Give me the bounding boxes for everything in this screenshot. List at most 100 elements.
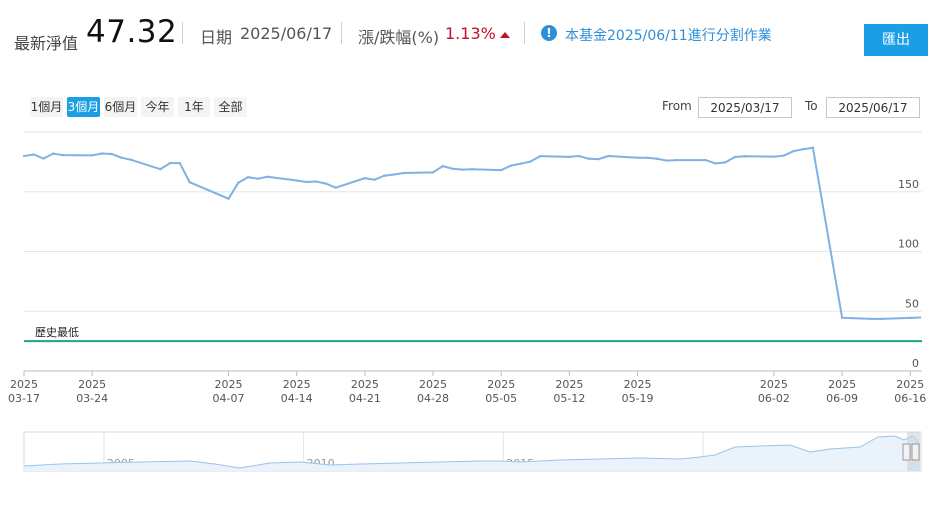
data-point: [90, 154, 94, 157]
data-point: [334, 186, 337, 189]
x-tick-label-date: 06-09: [826, 392, 858, 405]
data-point: [801, 148, 805, 151]
data-point: [441, 164, 444, 168]
data-point: [577, 154, 581, 158]
data-point: [451, 167, 454, 170]
navigator-selection[interactable]: [907, 432, 920, 471]
header-bar: 最新淨值 47.32 日期 2025/06/17 漲/跌幅(%) 1.13% !…: [0, 0, 947, 70]
data-point: [772, 155, 776, 158]
data-point: [509, 164, 513, 167]
data-point: [129, 158, 133, 162]
export-button[interactable]: 匯出: [864, 24, 928, 56]
data-point: [178, 161, 182, 165]
navigator[interactable]: 2005 2010 2015 2020: [23, 431, 922, 472]
data-point: [850, 316, 854, 320]
data-point: [704, 158, 707, 162]
x-tick-label-year: 2025: [283, 378, 311, 391]
x-tick-label-date: 06-16: [894, 392, 926, 405]
data-point: [529, 160, 532, 163]
data-point: [870, 317, 873, 321]
divider: [182, 22, 183, 44]
date-value: 2025/06/17: [240, 24, 333, 43]
data-point: [743, 155, 746, 158]
data-point: [22, 154, 26, 158]
data-point: [470, 167, 474, 171]
navigator-year-label: 2015: [506, 457, 534, 470]
data-point: [32, 153, 35, 156]
range-button-all[interactable]: 全部: [214, 97, 247, 117]
y-tick-label: 0: [912, 357, 919, 370]
data-point: [587, 157, 591, 160]
plot-lines: 歷史最低: [24, 326, 922, 343]
data-point: [782, 154, 785, 157]
x-tick-label-year: 2025: [10, 378, 38, 391]
x-tick-label-date: 04-21: [349, 392, 381, 405]
x-tick-label-year: 2025: [896, 378, 924, 391]
data-point: [168, 161, 172, 165]
y-tick-label: 50: [905, 297, 919, 310]
data-point: [733, 155, 737, 159]
to-date-input[interactable]: [826, 97, 920, 118]
data-point: [918, 316, 922, 319]
divider: [341, 22, 342, 44]
navigator-left-handle[interactable]: [902, 443, 911, 461]
data-point: [246, 175, 250, 179]
change-value: 1.13%: [445, 24, 496, 43]
to-label: To: [805, 99, 818, 113]
data-point: [665, 159, 668, 162]
x-tick-label-year: 2025: [351, 378, 379, 391]
data-point: [500, 168, 503, 172]
from-date-input[interactable]: [698, 97, 792, 118]
data-point: [675, 158, 678, 162]
nav-line-chart: 050100150 歷史最低 202503-17202503-24202504-…: [8, 131, 926, 472]
data-point: [295, 179, 298, 182]
x-tick-label-year: 2025: [624, 378, 652, 391]
range-button-1y[interactable]: 1年: [178, 97, 210, 117]
data-point: [159, 167, 162, 171]
y-tick-label: 100: [898, 238, 919, 251]
historical-low-label: 歷史最低: [35, 326, 79, 339]
divider: [524, 22, 525, 44]
data-point: [636, 156, 639, 159]
data-point: [714, 162, 717, 165]
data-point: [188, 180, 191, 184]
x-tick-label-date: 05-19: [622, 392, 654, 405]
data-point: [110, 152, 113, 156]
x-tick-label-year: 2025: [555, 378, 583, 391]
range-button-1m[interactable]: 1個月: [30, 97, 63, 117]
grid-lines: [24, 131, 922, 312]
data-point: [860, 317, 863, 320]
navigator-area: [24, 436, 920, 471]
triangle-up-icon: [500, 32, 510, 38]
nav-value: 47.32: [86, 14, 178, 50]
data-point: [120, 156, 123, 159]
navigator-right-handle[interactable]: [911, 443, 920, 461]
x-tick-label-date: 06-02: [758, 392, 790, 405]
data-point: [538, 154, 542, 158]
range-button-6m[interactable]: 6個月: [104, 97, 137, 117]
data-point: [383, 174, 386, 177]
data-point: [597, 157, 600, 161]
x-tick-label-year: 2025: [760, 378, 788, 391]
data-point: [811, 146, 815, 149]
data-point: [402, 171, 406, 175]
range-button-ytd[interactable]: 今年: [141, 97, 174, 117]
nav-label: 最新淨值: [14, 34, 79, 53]
data-point: [879, 317, 883, 321]
navigator-year-label: 2020: [706, 457, 734, 470]
data-point: [519, 162, 522, 165]
range-button-3m[interactable]: 3個月: [67, 97, 100, 117]
x-tick-label-year: 2025: [215, 378, 243, 391]
from-label: From: [662, 99, 692, 113]
data-point: [314, 180, 318, 183]
series-points: [22, 146, 922, 321]
data-point: [52, 152, 55, 155]
x-tick-label-date: 04-28: [417, 392, 449, 405]
x-tick-label-date: 05-05: [485, 392, 517, 405]
x-tick-label-year: 2025: [828, 378, 856, 391]
x-tick-label-year: 2025: [487, 378, 515, 391]
x-tick-label-date: 05-12: [553, 392, 585, 405]
change-label: 漲/跌幅(%): [358, 28, 440, 47]
data-point: [237, 181, 240, 184]
data-point: [431, 171, 435, 174]
